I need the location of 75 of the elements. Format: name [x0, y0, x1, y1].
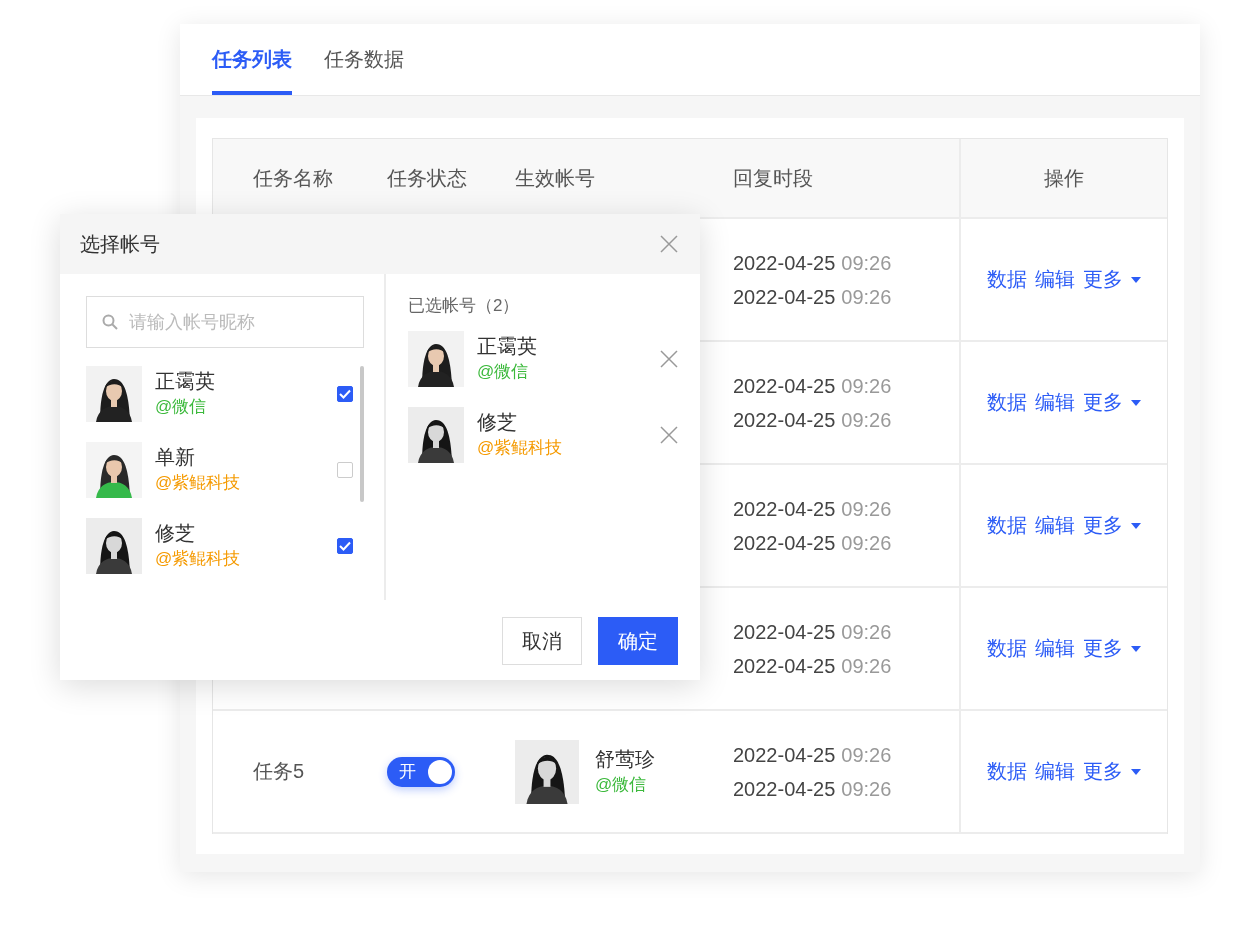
action-link[interactable]: 数据	[987, 512, 1027, 539]
more-link[interactable]: 更多	[1083, 512, 1141, 539]
scrollbar[interactable]	[360, 366, 364, 502]
date-text: 2022-04-25	[733, 742, 836, 768]
account-name: 正霭英	[155, 369, 216, 394]
more-link[interactable]: 更多	[1083, 758, 1141, 785]
time-text: 09:26	[841, 619, 892, 645]
account-name: 单新	[155, 445, 196, 470]
date-text: 2022-04-25	[733, 530, 836, 556]
time-text: 09:26	[841, 742, 892, 768]
caret-icon	[1131, 645, 1141, 652]
caret-icon	[1131, 399, 1141, 406]
account-name: 修芝	[155, 521, 196, 546]
caret-icon	[1131, 768, 1141, 775]
column-header: 生效帐号	[515, 165, 595, 191]
column-header: 操作	[1044, 165, 1084, 191]
column-header: 任务状态	[387, 165, 467, 191]
more-link[interactable]: 更多	[1083, 266, 1141, 293]
remove-icon[interactable]	[660, 426, 678, 444]
time-text: 09:26	[841, 776, 892, 802]
account-item[interactable]: 单新 @紫鲲科技	[86, 442, 357, 498]
account-source: @微信	[595, 773, 648, 796]
account-item[interactable]: 正霭英 @微信	[86, 366, 357, 422]
date-text: 2022-04-25	[733, 284, 836, 310]
date-text: 2022-04-25	[733, 619, 836, 645]
search-field[interactable]: 请输入帐号昵称	[86, 296, 364, 348]
checkbox[interactable]	[337, 386, 353, 402]
action-link[interactable]: 数据	[987, 758, 1027, 785]
cancel-button[interactable]: 取消	[502, 617, 582, 665]
action-link[interactable]: 编辑	[1035, 512, 1075, 539]
caret-icon	[1131, 276, 1141, 283]
action-link[interactable]: 数据	[987, 266, 1027, 293]
action-link[interactable]: 编辑	[1035, 635, 1075, 662]
account-name: 修芝	[477, 410, 518, 435]
action-link[interactable]: 数据	[987, 635, 1027, 662]
checkbox[interactable]	[337, 538, 353, 554]
account-name: 舒莺珍	[595, 746, 655, 772]
dialog-title: 选择帐号	[80, 231, 160, 257]
time-text: 09:26	[841, 407, 892, 433]
toggle-switch[interactable]: 开	[387, 756, 455, 787]
caret-icon	[1131, 522, 1141, 529]
more-link[interactable]: 更多	[1083, 635, 1141, 662]
account-source: @紫鲲科技	[155, 548, 242, 570]
account-source: @紫鲲科技	[477, 437, 564, 459]
account-source: @微信	[477, 361, 530, 383]
time-text: 09:26	[841, 530, 892, 556]
account-source: @微信	[155, 396, 208, 418]
time-text: 09:26	[841, 496, 892, 522]
time-text: 09:26	[841, 653, 892, 679]
column-header: 回复时段	[733, 165, 813, 191]
remove-icon[interactable]	[660, 350, 678, 368]
account-item[interactable]: 修芝 @紫鲲科技	[86, 518, 357, 574]
date-text: 2022-04-25	[733, 496, 836, 522]
close-icon[interactable]	[660, 235, 678, 253]
date-text: 2022-04-25	[733, 407, 836, 433]
time-text: 09:26	[841, 373, 892, 399]
tab[interactable]: 任务列表	[212, 24, 292, 95]
date-text: 2022-04-25	[733, 776, 836, 802]
selected-title: 已选帐号（2）	[408, 295, 521, 317]
column-header: 任务名称	[253, 165, 333, 191]
date-text: 2022-04-25	[733, 250, 836, 276]
account-name: 正霭英	[477, 334, 538, 359]
action-link[interactable]: 编辑	[1035, 389, 1075, 416]
task-name: 任务5	[253, 759, 305, 784]
action-link[interactable]: 编辑	[1035, 758, 1075, 785]
date-text: 2022-04-25	[733, 653, 836, 679]
confirm-button[interactable]: 确定	[598, 617, 678, 665]
time-text: 09:26	[841, 284, 892, 310]
action-link[interactable]: 编辑	[1035, 266, 1075, 293]
account-source: @紫鲲科技	[155, 472, 242, 494]
action-link[interactable]: 数据	[987, 389, 1027, 416]
more-link[interactable]: 更多	[1083, 389, 1141, 416]
time-text: 09:26	[841, 250, 892, 276]
tab[interactable]: 任务数据	[324, 24, 404, 95]
date-text: 2022-04-25	[733, 373, 836, 399]
